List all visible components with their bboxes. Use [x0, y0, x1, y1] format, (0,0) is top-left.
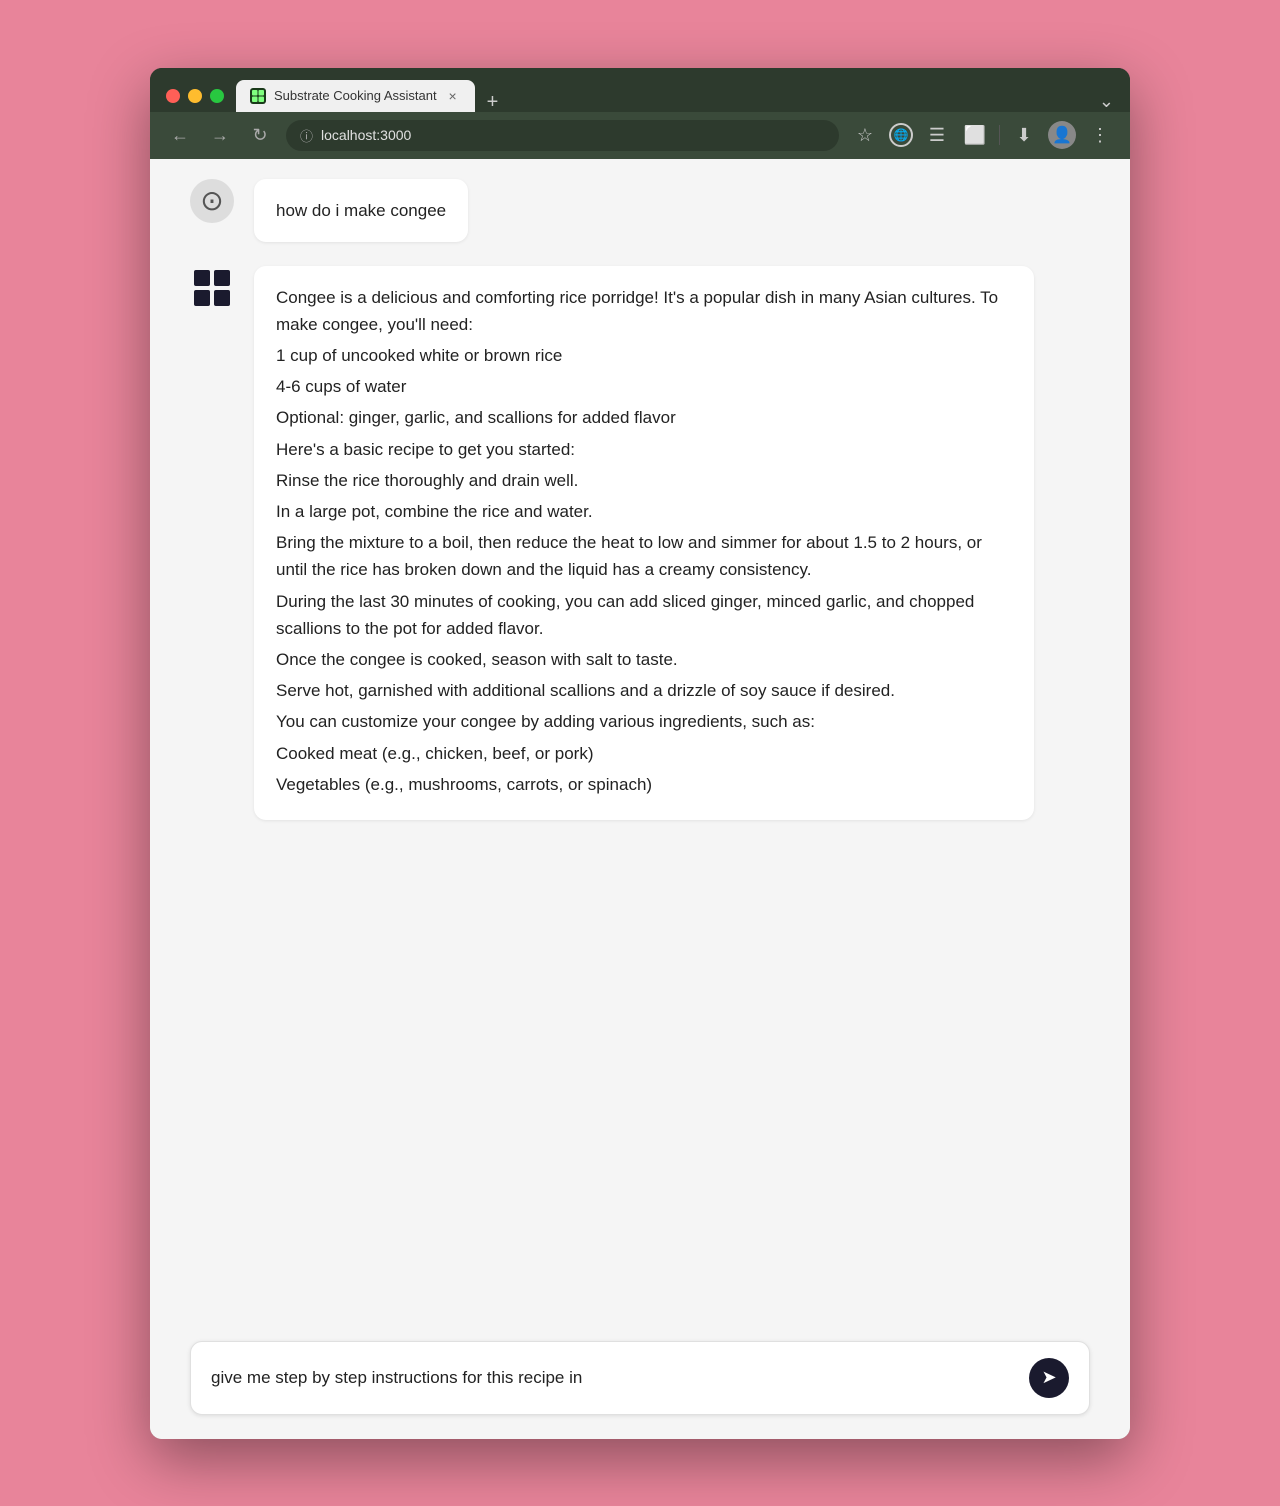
- traffic-lights: [166, 89, 224, 103]
- active-tab[interactable]: Substrate Cooking Assistant ×: [236, 80, 475, 112]
- extension-share-icon[interactable]: ⬜: [961, 121, 989, 149]
- back-button[interactable]: ←: [166, 121, 194, 149]
- substrate-logo-icon: [190, 266, 234, 310]
- bot-response-line: 1 cup of uncooked white or brown rice: [276, 342, 1012, 369]
- address-bar: ← → ↻ ⓘ localhost:3000 ☆ 🌐 ☰ ⬜ ⬇ 👤 ⋮: [150, 112, 1130, 159]
- extension-globe-icon[interactable]: 🌐: [889, 123, 913, 147]
- tab-title-text: Substrate Cooking Assistant: [274, 88, 437, 103]
- security-icon: ⓘ: [300, 126, 313, 145]
- bot-response-line: Here's a basic recipe to get you started…: [276, 436, 1012, 463]
- user-message-text: how do i make congee: [276, 201, 446, 220]
- url-bar[interactable]: ⓘ localhost:3000: [286, 120, 839, 151]
- extension-icon[interactable]: ☰: [923, 121, 951, 149]
- toolbar-divider: [999, 125, 1000, 145]
- bot-message-row: Congee is a delicious and comforting ric…: [190, 266, 1090, 820]
- chat-input[interactable]: [211, 1368, 1017, 1388]
- bot-response-line: You can customize your congee by adding …: [276, 708, 1012, 735]
- more-menu-icon[interactable]: ⋮: [1086, 121, 1114, 149]
- user-avatar: ⊙: [190, 179, 234, 223]
- new-tab-button[interactable]: +: [479, 92, 507, 112]
- bot-response-line: Bring the mixture to a boil, then reduce…: [276, 529, 1012, 583]
- bot-response-line: During the last 30 minutes of cooking, y…: [276, 588, 1012, 642]
- browser-window: Substrate Cooking Assistant × + ⌄ ← → ↻ …: [150, 68, 1130, 1439]
- bot-response-line: Congee is a delicious and comforting ric…: [276, 284, 1012, 338]
- bot-response-line: Rinse the rice thoroughly and drain well…: [276, 467, 1012, 494]
- bookmark-icon[interactable]: ☆: [851, 121, 879, 149]
- tab-favicon: [250, 88, 266, 104]
- toolbar-icons: ☆ 🌐 ☰ ⬜ ⬇ 👤 ⋮: [851, 121, 1114, 149]
- bot-response-line: Serve hot, garnished with additional sca…: [276, 677, 1012, 704]
- send-icon: ➤: [1041, 1367, 1056, 1388]
- input-area: ➤: [150, 1325, 1130, 1439]
- bot-response-line: Once the congee is cooked, season with s…: [276, 646, 1012, 673]
- bot-response-text: Congee is a delicious and comforting ric…: [276, 284, 1012, 798]
- refresh-button[interactable]: ↻: [246, 121, 274, 149]
- bot-response-line: In a large pot, combine the rice and wat…: [276, 498, 1012, 525]
- bot-message-bubble: Congee is a delicious and comforting ric…: [254, 266, 1034, 820]
- tab-expand-button[interactable]: ⌄: [1099, 91, 1114, 112]
- send-button[interactable]: ➤: [1029, 1358, 1069, 1398]
- user-avatar-icon: ⊙: [200, 184, 223, 217]
- tab-close-button[interactable]: ×: [445, 88, 461, 104]
- maximize-button[interactable]: [210, 89, 224, 103]
- bot-response-line: 4-6 cups of water: [276, 373, 1012, 400]
- close-button[interactable]: [166, 89, 180, 103]
- bot-response-line: Vegetables (e.g., mushrooms, carrots, or…: [276, 771, 1012, 798]
- user-message-bubble: how do i make congee: [254, 179, 468, 242]
- forward-button[interactable]: →: [206, 121, 234, 149]
- user-message-row: ⊙ how do i make congee: [190, 179, 1090, 242]
- page-content: ⊙ how do i make congee Congee: [150, 159, 1130, 1439]
- input-container: ➤: [190, 1341, 1090, 1415]
- chat-area: ⊙ how do i make congee Congee: [150, 159, 1130, 1325]
- browser-titlebar: Substrate Cooking Assistant × + ⌄: [150, 68, 1130, 112]
- bot-avatar: [190, 266, 234, 310]
- url-text: localhost:3000: [321, 127, 411, 143]
- download-icon[interactable]: ⬇: [1010, 121, 1038, 149]
- bot-response-line: Cooked meat (e.g., chicken, beef, or por…: [276, 740, 1012, 767]
- profile-avatar[interactable]: 👤: [1048, 121, 1076, 149]
- bot-response-line: Optional: ginger, garlic, and scallions …: [276, 404, 1012, 431]
- minimize-button[interactable]: [188, 89, 202, 103]
